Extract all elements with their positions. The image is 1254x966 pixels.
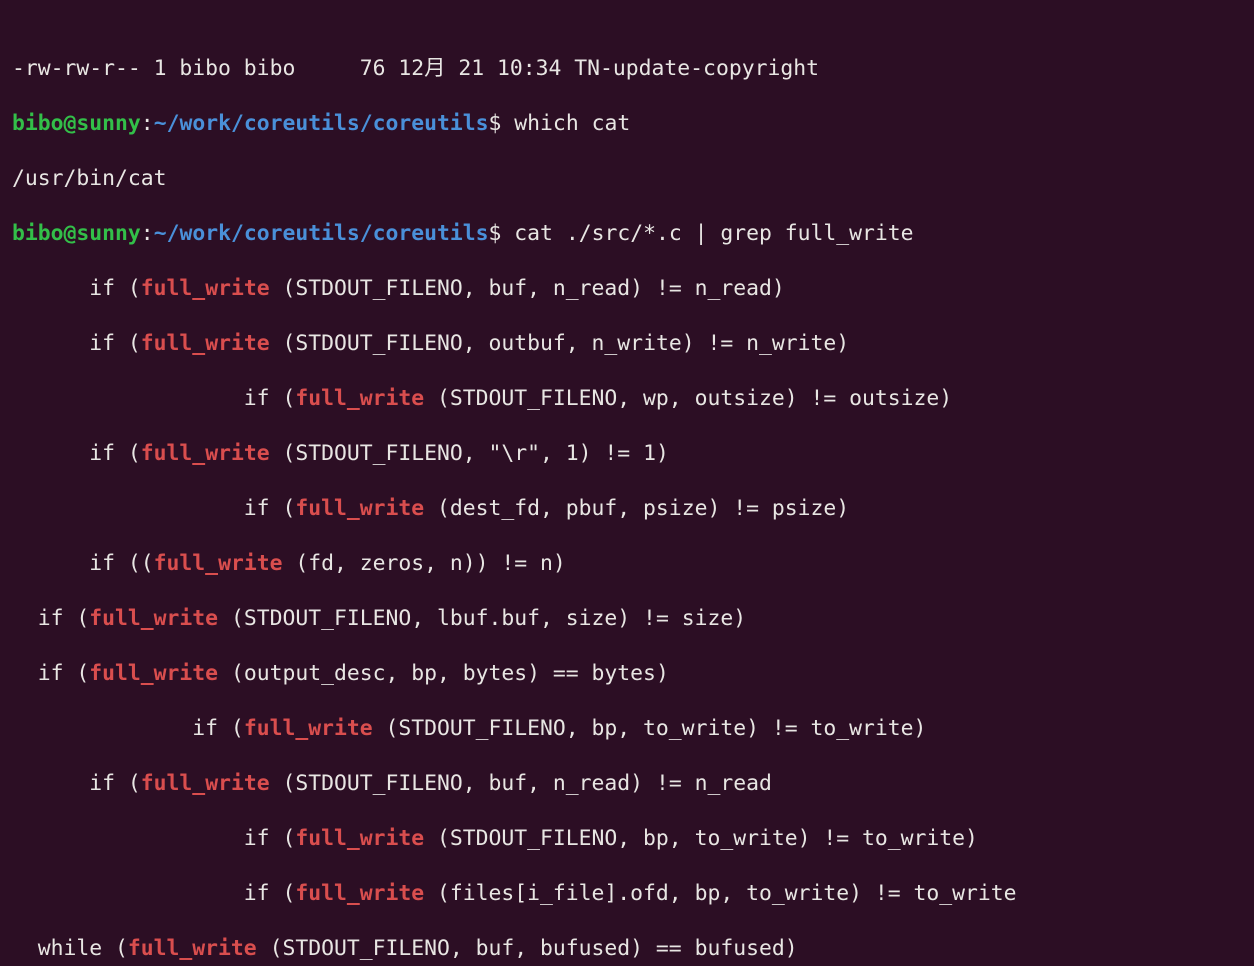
grep-match: full_write — [154, 551, 283, 576]
prompt-user: bibo@sunny — [12, 111, 141, 136]
grep-line: if (full_write (STDOUT_FILENO, buf, n_re… — [12, 275, 1242, 303]
grep-pre: while ( — [12, 936, 128, 961]
output-line: /usr/bin/cat — [12, 165, 1242, 193]
prompt-colon: : — [141, 111, 154, 136]
prompt-cwd: ~/work/coreutils/coreutils — [154, 221, 489, 246]
command-input[interactable]: which cat — [501, 111, 630, 136]
grep-post: (STDOUT_FILENO, wp, outsize) != outsize) — [424, 386, 952, 411]
grep-post: (STDOUT_FILENO, outbuf, n_write) != n_wr… — [270, 331, 850, 356]
prompt-colon: : — [141, 221, 154, 246]
grep-line: if (full_write (STDOUT_FILENO, buf, n_re… — [12, 770, 1242, 798]
grep-pre: if ( — [12, 661, 89, 686]
grep-pre: if ( — [12, 276, 141, 301]
grep-post: (STDOUT_FILENO, bp, to_write) != to_writ… — [373, 716, 927, 741]
grep-match: full_write — [244, 716, 373, 741]
grep-line: if ((full_write (fd, zeros, n)) != n) — [12, 550, 1242, 578]
prompt-cwd: ~/work/coreutils/coreutils — [154, 111, 489, 136]
grep-line: if (full_write (STDOUT_FILENO, bp, to_wr… — [12, 715, 1242, 743]
grep-pre: if ( — [12, 826, 295, 851]
grep-pre: if ( — [12, 331, 141, 356]
grep-pre: if (( — [12, 551, 154, 576]
command-input[interactable]: cat ./src/*.c | grep full_write — [501, 221, 913, 246]
prompt-user: bibo@sunny — [12, 221, 141, 246]
grep-match: full_write — [295, 496, 424, 521]
grep-line: if (full_write (dest_fd, pbuf, psize) !=… — [12, 495, 1242, 523]
grep-post: (output_desc, bp, bytes) == bytes) — [218, 661, 669, 686]
grep-match: full_write — [295, 386, 424, 411]
ls-output: -rw-rw-r-- 1 bibo bibo 76 12月 21 10:34 T… — [12, 56, 819, 81]
grep-match: full_write — [295, 881, 424, 906]
prompt-line-2[interactable]: bibo@sunny:~/work/coreutils/coreutils$ c… — [12, 220, 1242, 248]
grep-line: while (full_write (STDOUT_FILENO, buf, b… — [12, 935, 1242, 963]
grep-line: if (full_write (files[i_file].ofd, bp, t… — [12, 880, 1242, 908]
prompt-line-1[interactable]: bibo@sunny:~/work/coreutils/coreutils$ w… — [12, 110, 1242, 138]
grep-match: full_write — [141, 771, 270, 796]
grep-pre: if ( — [12, 881, 295, 906]
grep-post: (STDOUT_FILENO, buf, n_read) != n_read) — [270, 276, 785, 301]
grep-match: full_write — [141, 441, 270, 466]
which-output: /usr/bin/cat — [12, 166, 167, 191]
grep-pre: if ( — [12, 441, 141, 466]
grep-post: (STDOUT_FILENO, "\r", 1) != 1) — [270, 441, 669, 466]
grep-match: full_write — [89, 661, 218, 686]
grep-line: if (full_write (STDOUT_FILENO, "\r", 1) … — [12, 440, 1242, 468]
prompt-dollar: $ — [489, 111, 502, 136]
prompt-dollar: $ — [489, 221, 502, 246]
grep-line: if (full_write (STDOUT_FILENO, bp, to_wr… — [12, 825, 1242, 853]
grep-post: (STDOUT_FILENO, lbuf.buf, size) != size) — [218, 606, 746, 631]
grep-line: if (full_write (STDOUT_FILENO, lbuf.buf,… — [12, 605, 1242, 633]
grep-pre: if ( — [12, 496, 295, 521]
grep-line: if (full_write (STDOUT_FILENO, wp, outsi… — [12, 385, 1242, 413]
grep-pre: if ( — [12, 606, 89, 631]
grep-match: full_write — [128, 936, 257, 961]
grep-post: (fd, zeros, n)) != n) — [282, 551, 565, 576]
terminal[interactable]: -rw-rw-r-- 1 bibo bibo 76 12月 21 10:34 T… — [0, 0, 1254, 966]
grep-post: (STDOUT_FILENO, bp, to_write) != to_writ… — [424, 826, 978, 851]
grep-match: full_write — [141, 276, 270, 301]
grep-post: (dest_fd, pbuf, psize) != psize) — [424, 496, 849, 521]
grep-match: full_write — [141, 331, 270, 356]
output-line: -rw-rw-r-- 1 bibo bibo 76 12月 21 10:34 T… — [12, 55, 1242, 83]
grep-pre: if ( — [12, 716, 244, 741]
grep-match: full_write — [89, 606, 218, 631]
grep-post: (files[i_file].ofd, bp, to_write) != to_… — [424, 881, 1016, 906]
grep-line: if (full_write (output_desc, bp, bytes) … — [12, 660, 1242, 688]
grep-post: (STDOUT_FILENO, buf, bufused) == bufused… — [257, 936, 798, 961]
grep-pre: if ( — [12, 386, 295, 411]
grep-pre: if ( — [12, 771, 141, 796]
grep-line: if (full_write (STDOUT_FILENO, outbuf, n… — [12, 330, 1242, 358]
grep-post: (STDOUT_FILENO, buf, n_read) != n_read — [270, 771, 772, 796]
grep-match: full_write — [295, 826, 424, 851]
